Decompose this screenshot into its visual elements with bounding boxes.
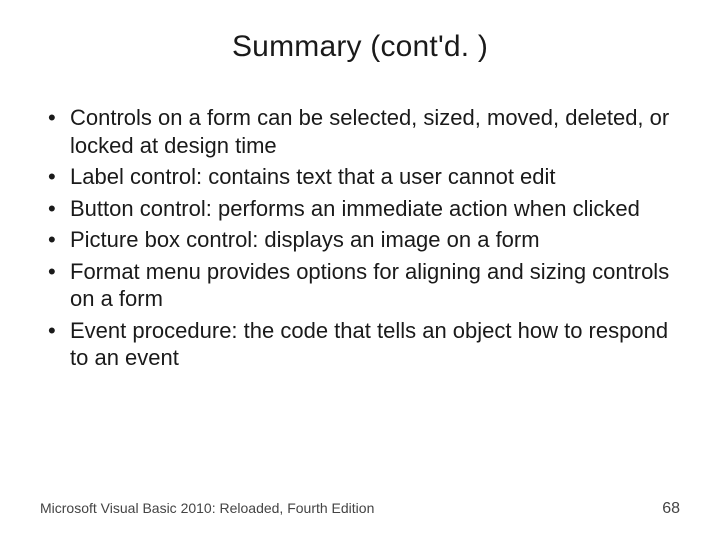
slide-title: Summary (cont'd. ) bbox=[0, 0, 720, 74]
slide-content: Controls on a form can be selected, size… bbox=[0, 74, 720, 372]
bullet-item: Controls on a form can be selected, size… bbox=[40, 104, 680, 159]
bullet-item: Label control: contains text that a user… bbox=[40, 163, 680, 191]
slide-footer: Microsoft Visual Basic 2010: Reloaded, F… bbox=[40, 500, 680, 518]
slide: Summary (cont'd. ) Controls on a form ca… bbox=[0, 0, 720, 540]
bullet-item: Event procedure: the code that tells an … bbox=[40, 317, 680, 372]
bullet-item: Button control: performs an immediate ac… bbox=[40, 195, 680, 223]
footer-page-number: 68 bbox=[662, 500, 680, 518]
footer-source: Microsoft Visual Basic 2010: Reloaded, F… bbox=[40, 500, 374, 516]
bullet-item: Picture box control: displays an image o… bbox=[40, 226, 680, 254]
bullet-list: Controls on a form can be selected, size… bbox=[40, 104, 680, 372]
bullet-item: Format menu provides options for alignin… bbox=[40, 258, 680, 313]
